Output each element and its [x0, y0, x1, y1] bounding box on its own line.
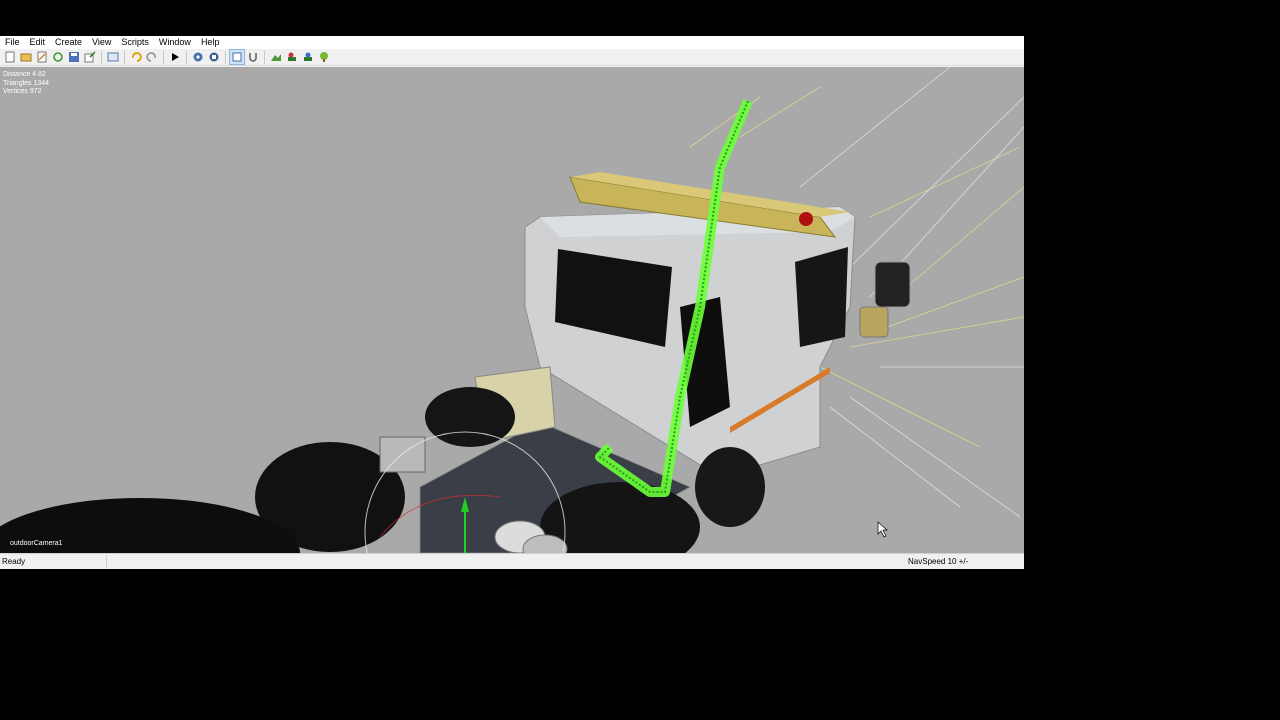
play-icon[interactable]: [168, 50, 182, 64]
open-file-icon[interactable]: [19, 50, 33, 64]
camera-icon[interactable]: [207, 50, 221, 64]
toolbar-separator: [225, 50, 226, 64]
menu-scripts[interactable]: Scripts: [116, 36, 154, 49]
new-file-icon[interactable]: [3, 50, 17, 64]
menu-window[interactable]: Window: [154, 36, 196, 49]
reload-icon[interactable]: [51, 50, 65, 64]
menu-bar: File Edit Create View Scripts Window Hel…: [0, 36, 1024, 49]
select-icon[interactable]: [229, 49, 245, 65]
truck-model-render: [0, 67, 1024, 553]
navspeed-indicator: NavSpeed 10 +/-: [908, 557, 969, 566]
redo-icon[interactable]: [145, 50, 159, 64]
magnet-icon[interactable]: [246, 50, 260, 64]
orbit-icon[interactable]: [191, 50, 205, 64]
toolbar-separator: [101, 50, 102, 64]
status-divider: [106, 555, 107, 568]
paint-icon[interactable]: [285, 50, 299, 64]
menu-help[interactable]: Help: [196, 36, 225, 49]
menu-create[interactable]: Create: [50, 36, 87, 49]
find-icon[interactable]: [106, 50, 120, 64]
save-icon[interactable]: [67, 50, 81, 64]
status-bar: Ready NavSpeed 10 +/-: [0, 553, 1024, 569]
editor-window: File Edit Create View Scripts Window Hel…: [0, 36, 1024, 569]
paint-bucket-icon[interactable]: [301, 50, 315, 64]
toolbar-separator: [264, 50, 265, 64]
toolbar-separator: [163, 50, 164, 64]
toolbar: [0, 49, 1024, 66]
edit-file-icon[interactable]: [35, 50, 49, 64]
vertices-stat: Vertices 972: [3, 88, 42, 95]
menu-edit[interactable]: Edit: [25, 36, 51, 49]
camera-label: outdoorCamera1: [10, 540, 63, 547]
menu-file[interactable]: File: [0, 36, 25, 49]
distance-stat: Distance 4.82: [3, 71, 46, 78]
scene-stats: Distance 4.82 Triangles 1344 Vertices 97…: [3, 71, 49, 97]
menu-view[interactable]: View: [87, 36, 116, 49]
status-text: Ready: [2, 557, 26, 566]
toolbar-separator: [124, 50, 125, 64]
3d-viewport[interactable]: Distance 4.82 Triangles 1344 Vertices 97…: [0, 67, 1024, 553]
foliage-icon[interactable]: [317, 50, 331, 64]
undo-icon[interactable]: [129, 50, 143, 64]
toolbar-separator: [186, 50, 187, 64]
terrain-icon[interactable]: [269, 50, 283, 64]
triangles-stat: Triangles 1344: [3, 79, 50, 87]
export-icon[interactable]: [83, 50, 97, 64]
